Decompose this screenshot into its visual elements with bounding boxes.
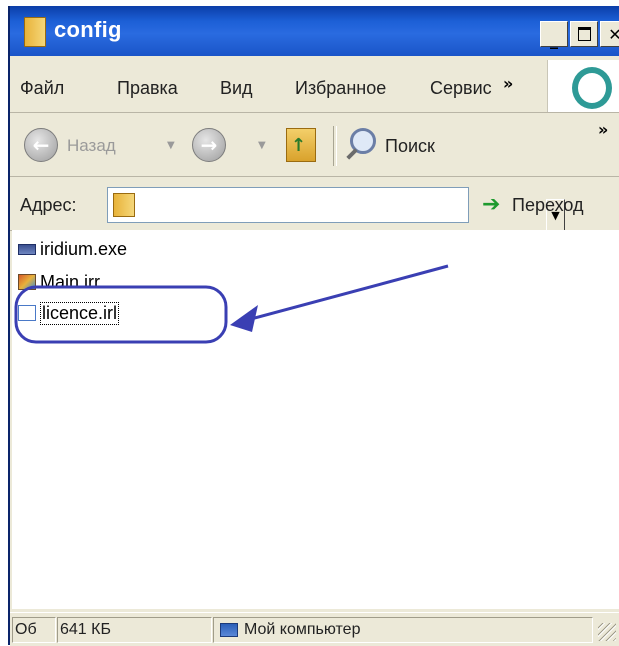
address-label: Адрес: xyxy=(20,195,77,215)
resize-grip[interactable] xyxy=(598,623,616,641)
annotation-arrow xyxy=(239,264,449,324)
menu-bar: Файл Правка Вид Избранное Сервис » xyxy=(10,58,619,113)
menu-overflow-chevron[interactable]: » xyxy=(503,74,513,93)
exe-icon xyxy=(18,243,36,255)
status-location: Мой компьютер xyxy=(213,617,593,643)
folder-icon xyxy=(24,17,46,47)
search-icon-handle xyxy=(346,148,358,160)
file-item-licence-irl[interactable]: licence.irl xyxy=(18,301,120,325)
search-button-label[interactable]: Поиск xyxy=(385,136,435,157)
menu-file[interactable]: Файл xyxy=(20,78,64,99)
back-arrow-icon: ← xyxy=(32,133,50,157)
maximize-button[interactable] xyxy=(570,21,598,47)
windows-logo xyxy=(547,60,619,112)
minimize-icon: _ xyxy=(550,29,558,49)
irr-icon xyxy=(18,274,36,290)
status-size: 641 КБ xyxy=(57,617,212,643)
forward-arrow-icon: → xyxy=(200,133,218,157)
go-button-label[interactable]: Переход xyxy=(512,195,584,216)
status-objects: Об xyxy=(12,617,56,643)
annotation-arrowhead xyxy=(230,305,258,332)
address-input[interactable]: ▼ xyxy=(107,187,565,231)
window-title: config xyxy=(54,17,122,42)
back-dropdown-icon[interactable]: ▼ xyxy=(167,140,175,151)
file-list: iridium.exe Main.irr licence.irl xyxy=(12,230,619,609)
maximize-icon xyxy=(577,27,591,41)
minimize-button[interactable]: _ xyxy=(540,21,568,49)
file-name: licence.irl xyxy=(40,301,120,325)
file-item-main-irr[interactable]: Main.irr xyxy=(18,270,100,294)
back-button[interactable]: ← xyxy=(24,128,58,162)
file-name: Main.irr xyxy=(40,271,101,292)
back-label[interactable]: Назад xyxy=(67,136,116,156)
file-name: iridium.exe xyxy=(40,238,128,259)
address-folder-icon xyxy=(113,193,135,217)
forward-dropdown-icon[interactable]: ▼ xyxy=(258,140,266,151)
menu-tools[interactable]: Сервис xyxy=(430,78,498,99)
computer-icon xyxy=(220,622,238,637)
menu-favorites[interactable]: Избранное xyxy=(295,78,386,99)
address-bar: Адрес: ▼ ➔ Переход xyxy=(10,178,619,231)
irl-icon xyxy=(18,305,36,321)
explorer-window: config _ ✕ Файл Правка Вид Избранное Сер… xyxy=(8,6,619,646)
up-arrow-icon: ↑ xyxy=(291,135,307,156)
close-icon: ✕ xyxy=(608,24,619,44)
title-bar[interactable]: config _ ✕ xyxy=(10,6,619,56)
status-bar: Об 641 КБ Мой компьютер xyxy=(10,612,619,646)
close-button[interactable]: ✕ xyxy=(600,21,619,47)
menu-view[interactable]: Вид xyxy=(220,78,253,99)
logo-ring-icon xyxy=(572,67,612,109)
go-arrow-icon[interactable]: ➔ xyxy=(482,192,500,217)
forward-button[interactable]: → xyxy=(192,128,226,162)
toolbar: ← Назад ▼ → ▼ ↑ Поиск » xyxy=(10,114,619,177)
menu-edit[interactable]: Правка xyxy=(117,78,178,99)
folder-up-button[interactable]: ↑ xyxy=(286,128,316,162)
annotation-overlay xyxy=(14,264,449,344)
file-item-iridium-exe[interactable]: iridium.exe xyxy=(18,237,127,261)
toolbar-overflow-chevron[interactable]: » xyxy=(598,120,608,139)
toolbar-separator xyxy=(333,126,337,166)
status-location-label: Мой компьютер xyxy=(244,621,361,638)
